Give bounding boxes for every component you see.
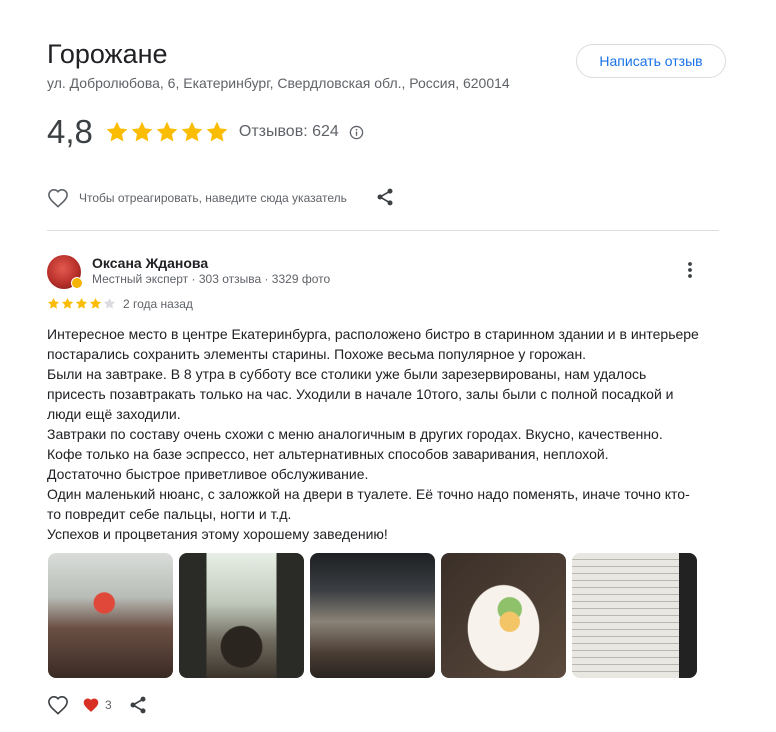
review-line: Успехов и процветания этому хорошему зав… (47, 526, 388, 542)
reviews-count[interactable]: Отзывов: 624 (239, 123, 339, 141)
place-title: Горожане (47, 39, 168, 69)
review-line: Один маленький нюанс, с заложкой на двер… (47, 486, 690, 502)
rating-summary: 4,8 Отзывов: 624 (47, 112, 364, 152)
review-text: Интересное место в центре Екатеринбурга,… (47, 324, 727, 544)
info-icon[interactable] (349, 125, 364, 140)
react-heart-icon[interactable] (47, 695, 69, 715)
star-filled-icon (47, 297, 60, 309)
review-line: то повредит себе пальцы, ногти и т.д. (47, 506, 292, 522)
star-empty-icon (103, 297, 116, 309)
review-line: люди ещё заходили. (47, 406, 181, 422)
review-photo[interactable] (572, 553, 697, 678)
review-line: постарались сохранить элементы старины. … (47, 346, 587, 362)
star-filled-icon (89, 297, 102, 309)
review-author-meta: Местный эксперт · 303 отзыва · 3329 фото (92, 272, 331, 286)
review-photo[interactable] (179, 553, 304, 678)
review-line: Кофе только на базе эспрессо, нет альтер… (47, 446, 609, 462)
review-line: Завтраки по составу очень схожи с меню а… (47, 426, 663, 442)
rating-stars (105, 120, 229, 144)
review-photo[interactable] (441, 553, 566, 678)
review-stars (47, 297, 116, 310)
rating-value: 4,8 (47, 113, 93, 150)
review-line: присесть позавтракать только на час. Ухо… (47, 386, 674, 402)
star-filled-icon (131, 121, 153, 142)
review-date: 2 года назад (123, 297, 193, 311)
star-filled-icon (75, 297, 88, 309)
review-line: Были на завтраке. В 8 утра в субботу все… (47, 366, 647, 382)
review-author[interactable]: Оксана Жданова (92, 255, 208, 271)
star-filled-icon (206, 121, 228, 142)
heart-icon[interactable] (47, 188, 69, 208)
star-filled-icon (156, 121, 178, 142)
review-line: Достаточно быстрое приветливое обслужива… (47, 466, 369, 482)
react-bar: Чтобы отреагировать, наведите сюда указа… (47, 186, 347, 210)
like-count: 3 (105, 698, 112, 712)
more-options-icon[interactable] (682, 260, 698, 280)
review-photos (48, 553, 697, 678)
filled-heart-icon (82, 697, 100, 713)
share-icon[interactable] (375, 187, 395, 207)
write-review-button[interactable]: Написать отзыв (576, 44, 726, 78)
review-photo[interactable] (310, 553, 435, 678)
divider (47, 230, 719, 231)
star-filled-icon (61, 297, 74, 309)
likes[interactable]: 3 (82, 697, 112, 713)
react-hint: Чтобы отреагировать, наведите сюда указа… (79, 191, 347, 205)
review-line: Интересное место в центре Екатеринбурга,… (47, 326, 699, 342)
review-photo[interactable] (48, 553, 173, 678)
star-filled-icon (181, 121, 203, 142)
share-review-icon[interactable] (128, 695, 148, 715)
local-guide-badge-icon (71, 277, 83, 289)
star-filled-icon (106, 121, 128, 142)
place-address: ул. Добролюбова, 6, Екатеринбург, Свердл… (47, 75, 510, 91)
